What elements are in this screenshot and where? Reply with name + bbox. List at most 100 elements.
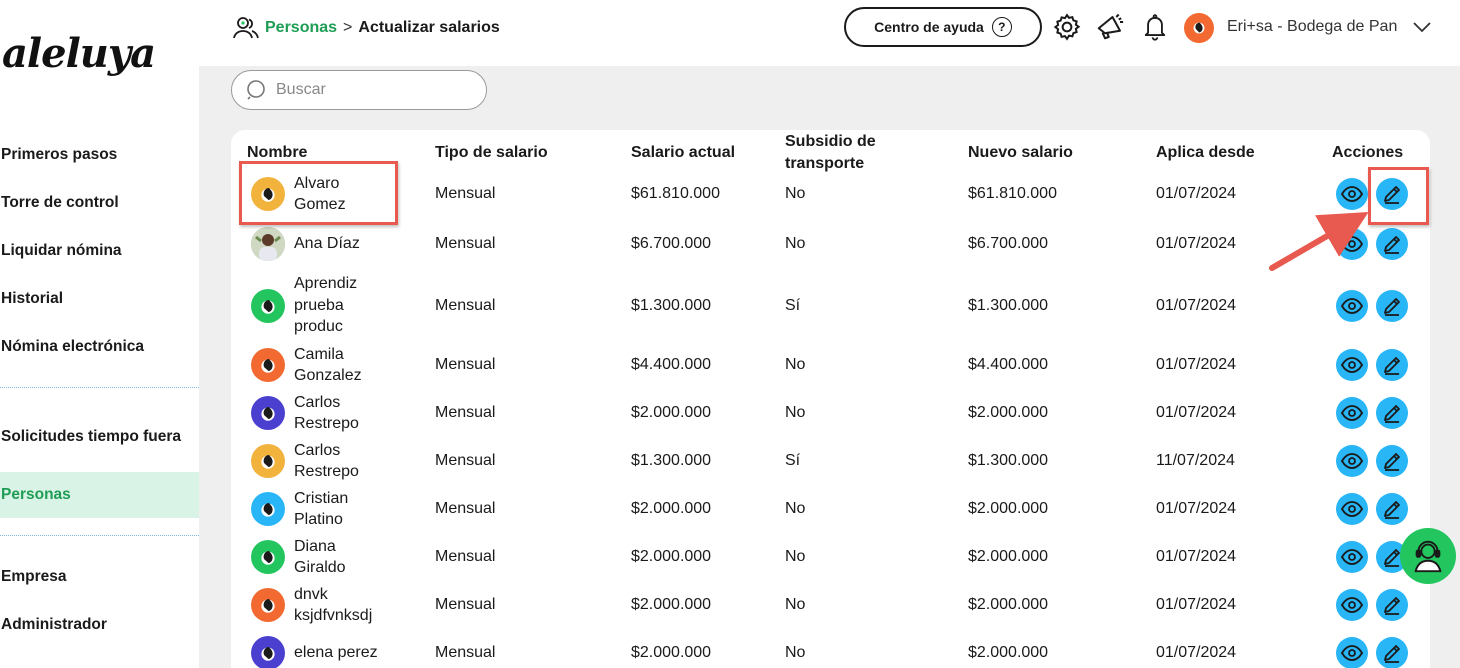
- cell-salario-actual: $2.000.000: [631, 644, 712, 661]
- cell-salario-actual: $1.300.000: [631, 296, 712, 314]
- eye-icon: [1341, 186, 1363, 202]
- eye-icon: [1341, 597, 1363, 613]
- sidebar-item-historial[interactable]: Historial: [0, 287, 199, 311]
- cell-subsidio-transporte: No: [785, 235, 806, 252]
- employee-name[interactable]: elena perez: [294, 642, 424, 664]
- edit-button[interactable]: [1376, 349, 1408, 381]
- cell-subsidio-transporte: Sí: [785, 296, 801, 314]
- pencil-icon: [1382, 451, 1402, 471]
- view-button[interactable]: [1336, 541, 1368, 573]
- view-button[interactable]: [1336, 445, 1368, 477]
- chevron-down-icon[interactable]: [1411, 16, 1433, 43]
- column-header-tipo-salario[interactable]: Tipo de salario: [435, 142, 548, 164]
- table-row: Diana Giraldo Mensual $2.000.000 No $2.000.0…: [231, 533, 1430, 581]
- cell-subsidio-transporte: No: [785, 500, 806, 517]
- question-icon: ?: [991, 17, 1012, 37]
- sidebar-item-empresa[interactable]: Empresa: [0, 565, 199, 589]
- cell-aplica-desde: 01/07/2024: [1156, 185, 1237, 202]
- bell-icon[interactable]: [1139, 11, 1171, 43]
- edit-button[interactable]: [1376, 397, 1408, 429]
- table-row: elena perez Mensual $2.000.000 No $2.000.000…: [231, 629, 1430, 668]
- eye-icon: [1341, 549, 1363, 565]
- search-icon: [246, 79, 268, 101]
- sidebar-item-torre-de-control[interactable]: Torre de control: [0, 191, 199, 215]
- cell-tipo-salario: Mensual: [435, 356, 496, 373]
- view-button[interactable]: [1336, 589, 1368, 621]
- gear-icon[interactable]: [1051, 11, 1083, 43]
- cell-aplica-desde: 01/07/2024: [1156, 296, 1237, 314]
- sidebar-item-primeros-pasos[interactable]: Primeros pasos: [0, 143, 199, 167]
- table-row: Carlos Restrepo Mensual $1.300.000 Sí $1.300…: [231, 437, 1430, 485]
- cell-salario-actual: $2.000.000: [631, 500, 712, 517]
- eye-icon: [1341, 297, 1363, 314]
- table-row: dnvk ksjdfvnksdj Mensual $2.000.000 No $2.00…: [231, 581, 1430, 629]
- megaphone-icon[interactable]: [1094, 11, 1126, 43]
- user-company-name[interactable]: Eri+sa - Bodega de Pan: [1227, 18, 1397, 36]
- help-center-button[interactable]: Centro de ayuda ?: [844, 7, 1042, 47]
- table-row: Alvaro Gomez Mensual $61.810.000 No $61.810.…: [231, 170, 1430, 218]
- table-row: Carlos Restrepo Mensual $2.000.000 No $2.000…: [231, 389, 1430, 437]
- edit-button[interactable]: [1376, 589, 1408, 621]
- cell-nuevo-salario: $2.000.000: [968, 596, 1049, 613]
- view-button[interactable]: [1336, 493, 1368, 525]
- cell-aplica-desde: 01/07/2024: [1156, 596, 1237, 613]
- column-header-salario-actual[interactable]: Salario actual: [631, 142, 735, 164]
- sidebar-item-personas[interactable]: Personas: [0, 472, 199, 518]
- cell-tipo-salario: Mensual: [435, 185, 496, 202]
- employee-name[interactable]: Aprendiz prueba produc: [294, 273, 376, 338]
- employee-avatar: [251, 348, 285, 382]
- cell-nuevo-salario: $1.300.000: [968, 452, 1049, 469]
- cell-subsidio-transporte: No: [785, 356, 806, 373]
- cell-subsidio-transporte: No: [785, 596, 806, 613]
- column-header-aplica-desde[interactable]: Aplica desde: [1156, 142, 1255, 164]
- employee-name[interactable]: Carlos Restrepo: [294, 440, 376, 483]
- breadcrumb-link-personas[interactable]: Personas: [265, 19, 337, 37]
- cell-tipo-salario: Mensual: [435, 596, 496, 613]
- pencil-icon: [1382, 296, 1402, 316]
- breadcrumb: Personas > Actualizar salarios: [233, 16, 500, 40]
- edit-button[interactable]: [1376, 228, 1408, 260]
- employee-name[interactable]: Ana Díaz: [294, 233, 424, 255]
- pencil-icon: [1382, 547, 1402, 567]
- cell-nuevo-salario: $61.810.000: [968, 185, 1057, 202]
- app-logo[interactable]: aleluya: [2, 30, 156, 77]
- employee-avatar: [251, 396, 285, 430]
- employee-avatar: [251, 540, 285, 574]
- search-input[interactable]: [276, 81, 456, 99]
- edit-button[interactable]: [1376, 445, 1408, 477]
- employee-name[interactable]: Camila Gonzalez: [294, 344, 376, 387]
- pencil-icon: [1382, 403, 1402, 423]
- edit-button[interactable]: [1376, 493, 1408, 525]
- sidebar-item-administrador[interactable]: Administrador: [0, 613, 199, 637]
- eye-icon: [1341, 405, 1363, 421]
- employee-name[interactable]: Diana Giraldo: [294, 536, 376, 579]
- cell-tipo-salario: Mensual: [435, 296, 496, 314]
- employee-name[interactable]: dnvk ksjdfvnksdj: [294, 584, 376, 627]
- cell-salario-actual: $1.300.000: [631, 452, 712, 469]
- column-header-subsidio-transporte[interactable]: Subsidio de transporte: [785, 131, 915, 175]
- column-header-nuevo-salario[interactable]: Nuevo salario: [968, 142, 1073, 164]
- view-button[interactable]: [1336, 637, 1368, 668]
- edit-button[interactable]: [1376, 289, 1408, 322]
- view-button[interactable]: [1336, 289, 1368, 322]
- edit-button[interactable]: [1376, 637, 1408, 668]
- employee-name[interactable]: Carlos Restrepo: [294, 392, 376, 435]
- top-bar: Personas > Actualizar salarios Centro de…: [199, 0, 1460, 66]
- eye-icon: [1341, 501, 1363, 517]
- employee-name[interactable]: Cristian Platino: [294, 488, 376, 531]
- cell-tipo-salario: Mensual: [435, 452, 496, 469]
- search-box[interactable]: [231, 70, 487, 110]
- pencil-icon: [1382, 595, 1402, 615]
- support-chat-button[interactable]: [1400, 528, 1456, 584]
- user-avatar[interactable]: [1184, 13, 1214, 43]
- view-button[interactable]: [1336, 397, 1368, 429]
- sidebar-item-liquidar-nomina[interactable]: Liquidar nómina: [0, 239, 199, 263]
- cell-aplica-desde: 01/07/2024: [1156, 356, 1237, 373]
- cell-salario-actual: $6.700.000: [631, 235, 712, 252]
- cell-salario-actual: $2.000.000: [631, 596, 712, 613]
- view-button[interactable]: [1336, 349, 1368, 381]
- sidebar-item-solicitudes-tiempo-fuera[interactable]: Solicitudes tiempo fuera: [0, 414, 199, 460]
- sidebar-item-nomina-electronica[interactable]: Nómina electrónica: [0, 335, 199, 359]
- table-row: Cristian Platino Mensual $2.000.000 No $2.00…: [231, 485, 1430, 533]
- cell-subsidio-transporte: No: [785, 548, 806, 565]
